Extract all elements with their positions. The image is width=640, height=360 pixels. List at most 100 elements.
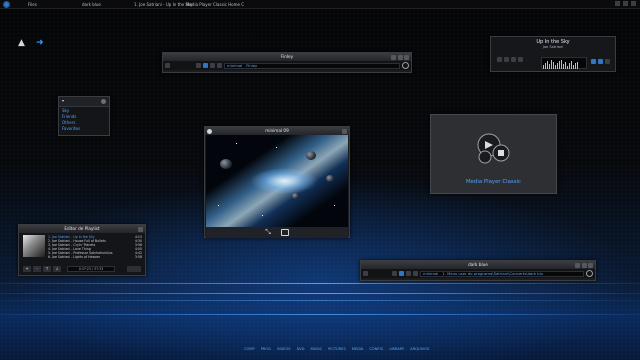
playlist-rows: 1. Joe Satriani - Up In the Sky 4:15 2. J…	[48, 235, 144, 259]
view-icon[interactable]	[406, 271, 411, 276]
task-item-dark-blue[interactable]: dark blue	[82, 2, 101, 7]
track-text: 1. Meus user do programa\Satriani\Concer…	[442, 271, 544, 276]
view-icon[interactable]	[196, 63, 201, 68]
next-icon[interactable]	[518, 57, 523, 62]
move-down-button[interactable]: ↓	[53, 266, 61, 272]
move-up-button[interactable]: ↑	[43, 266, 51, 272]
footer-link[interactable]: COMP	[244, 347, 255, 351]
top-player-controls: minimal Finley	[163, 61, 411, 70]
song-artist: Joe Satriani	[542, 45, 564, 49]
close-icon[interactable]	[138, 226, 143, 232]
close-icon[interactable]	[342, 128, 347, 134]
close-icon[interactable]	[588, 262, 593, 268]
task-item-now-playing[interactable]: 1. Joe Satriani - Up In the Sky	[134, 2, 193, 7]
view-active-icon[interactable]	[203, 63, 208, 68]
widget-options	[591, 59, 610, 64]
tray	[615, 1, 636, 6]
track-label: minimal	[423, 271, 439, 276]
play-icon[interactable]	[504, 57, 509, 62]
task-item-mpc[interactable]: Media Player Classic Home C	[186, 2, 244, 7]
menu-icon[interactable]	[363, 271, 368, 276]
windowed-icon[interactable]	[280, 229, 289, 236]
footer-link[interactable]: LIBRARY	[389, 347, 404, 351]
footer-link[interactable]: CONFIG	[369, 347, 383, 351]
playlist-titlebar[interactable]: Editor de Playlist	[19, 225, 145, 233]
maximize-icon[interactable]	[397, 54, 403, 60]
stop-icon[interactable]	[511, 57, 516, 62]
light-streak	[0, 283, 640, 284]
view-icon[interactable]	[210, 63, 215, 68]
dropdown-icon[interactable]: ▾	[62, 98, 64, 103]
fullscreen-icon[interactable]	[217, 63, 222, 68]
asteroid-image	[292, 193, 299, 199]
album-art-image	[23, 235, 45, 257]
footer-link[interactable]: VIDEOS	[277, 347, 291, 351]
window-controls	[391, 54, 409, 60]
footer-link[interactable]: MEDIA	[352, 347, 364, 351]
light-streak	[0, 300, 640, 301]
settings-icon[interactable]	[101, 99, 106, 104]
minimize-icon[interactable]	[391, 54, 396, 60]
top-player-track-display: minimal Finley	[224, 62, 400, 69]
footer-link[interactable]: PICTURES	[328, 347, 346, 351]
footer-nav: COMP PROG VIDEOS DVD MUSIC PICTURES MEDI…	[244, 347, 429, 351]
mpc-panel[interactable]: Media Player Classic	[430, 114, 557, 194]
playlist-buttons: + - ↑ ↓	[23, 266, 61, 272]
top-player-titlebar[interactable]: Finley	[163, 53, 411, 61]
volume-knob-icon[interactable]	[586, 270, 593, 277]
previous-icon[interactable]	[497, 57, 502, 62]
light-streak	[0, 314, 640, 315]
option-icon[interactable]	[598, 59, 603, 64]
bottom-player-titlebar[interactable]: dark blue	[361, 261, 595, 269]
video-window: minimal 09 ⤡	[204, 126, 350, 238]
spectrum-display	[541, 57, 587, 69]
minimize-icon[interactable]	[575, 262, 580, 268]
video-frame[interactable]	[206, 135, 348, 227]
mpc-logo-icon	[477, 133, 510, 164]
fullscreen-icon[interactable]	[413, 271, 418, 276]
track-label: minimal	[227, 63, 243, 68]
widget-transport	[497, 57, 523, 62]
expand-icon[interactable]: ⤡	[265, 228, 271, 237]
add-button[interactable]: +	[23, 266, 31, 272]
bottom-player-title: dark blue	[468, 262, 488, 267]
tray-icon[interactable]	[623, 1, 628, 6]
video-title: minimal 09	[265, 128, 289, 133]
task-item-files[interactable]: Files	[28, 2, 37, 7]
menu-item-favorites[interactable]: Favorites	[59, 126, 109, 132]
app-icon	[207, 128, 212, 134]
bottom-player-controls: minimal 1. Meus user do programa\Satrian…	[361, 269, 595, 278]
option-icon[interactable]	[591, 59, 596, 64]
volume-knob-icon[interactable]	[402, 62, 409, 69]
bottom-player-track-display: minimal 1. Meus user do programa\Satrian…	[420, 270, 584, 277]
footer-link[interactable]: MUSIC	[311, 347, 323, 351]
close-icon[interactable]	[404, 54, 409, 60]
playlist-options-button[interactable]	[127, 266, 141, 272]
light-streak	[0, 293, 640, 294]
playlist-title: Editor de Playlist	[64, 226, 100, 231]
footer-link[interactable]: ARQUIVOS	[410, 347, 429, 351]
playlist-total: 0:37:23 / 37:33	[67, 266, 115, 272]
tray-icon[interactable]	[631, 1, 636, 6]
menu-icon[interactable]	[165, 63, 170, 68]
asteroid-image	[326, 175, 334, 182]
top-player-title: Finley	[280, 54, 294, 59]
remove-button[interactable]: -	[33, 266, 41, 272]
footer-link[interactable]: DVD	[297, 347, 305, 351]
view-active-icon[interactable]	[399, 271, 404, 276]
up-arrow-icon[interactable]: ▲	[18, 39, 25, 48]
track-text: Finley	[246, 63, 258, 68]
start-orb-icon[interactable]	[3, 0, 10, 8]
tray-icon[interactable]	[615, 1, 620, 6]
mpc-label: Media Player Classic	[465, 179, 522, 185]
view-icon[interactable]	[392, 271, 397, 276]
footer-link[interactable]: PROG	[261, 347, 271, 351]
video-controls: ⤡	[206, 227, 348, 238]
now-playing-widget: Up In the Sky Joe Satriani	[490, 36, 616, 72]
top-player-window: Finley minimal Finley	[162, 52, 412, 73]
right-arrow-icon[interactable]: ➜	[36, 39, 44, 48]
maximize-icon[interactable]	[581, 262, 587, 268]
option-icon[interactable]	[605, 59, 610, 64]
video-titlebar[interactable]: minimal 09	[205, 127, 349, 135]
playlist-row[interactable]: 6. Joe Satriani - Lights of Heaven 3:58	[48, 255, 144, 259]
